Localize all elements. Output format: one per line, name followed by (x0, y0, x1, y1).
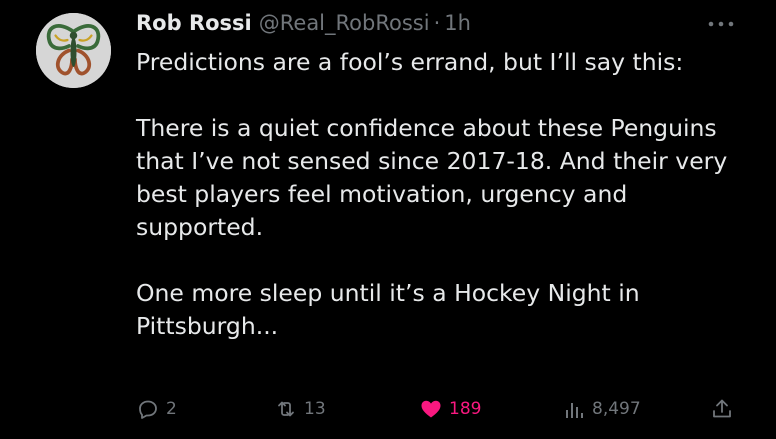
tweet-paragraph: One more sleep until it’s a Hockey Night… (136, 279, 640, 340)
reply-icon (139, 400, 157, 419)
tweet-header: Rob Rossi @Real_RobRossi · 1h (136, 9, 471, 39)
header-separator: · (433, 11, 441, 35)
like-button[interactable]: 189 (419, 393, 481, 425)
views-count: 8,497 (592, 399, 641, 419)
retweet-icon (278, 401, 294, 417)
author-handle[interactable]: @Real_RobRossi (259, 9, 430, 37)
heart-icon (421, 400, 441, 418)
tweet[interactable]: Rob Rossi @Real_RobRossi · 1h Prediction… (0, 0, 776, 439)
tweet-paragraph: Predictions are a fool’s errand, but I’l… (136, 48, 684, 76)
more-options-button[interactable] (706, 14, 736, 34)
more-icon (708, 21, 734, 27)
avatar-logo-icon (36, 13, 111, 88)
like-count: 189 (449, 399, 482, 419)
views-button[interactable]: 8,497 (562, 393, 641, 425)
timestamp[interactable]: 1h (444, 9, 471, 37)
tweet-text: Predictions are a fool’s errand, but I’l… (136, 46, 756, 343)
action-bar: 2 13 189 8,497 (136, 393, 748, 425)
retweet-count: 13 (304, 399, 326, 419)
share-icon (713, 399, 731, 418)
author-name[interactable]: Rob Rossi (136, 9, 252, 37)
tweet-paragraph: There is a quiet confidence about these … (136, 114, 728, 241)
avatar[interactable] (36, 13, 111, 88)
views-icon (566, 403, 583, 418)
reply-count: 2 (166, 399, 177, 419)
share-button[interactable] (710, 393, 734, 425)
reply-button[interactable]: 2 (136, 393, 177, 425)
retweet-button[interactable]: 13 (274, 393, 326, 425)
